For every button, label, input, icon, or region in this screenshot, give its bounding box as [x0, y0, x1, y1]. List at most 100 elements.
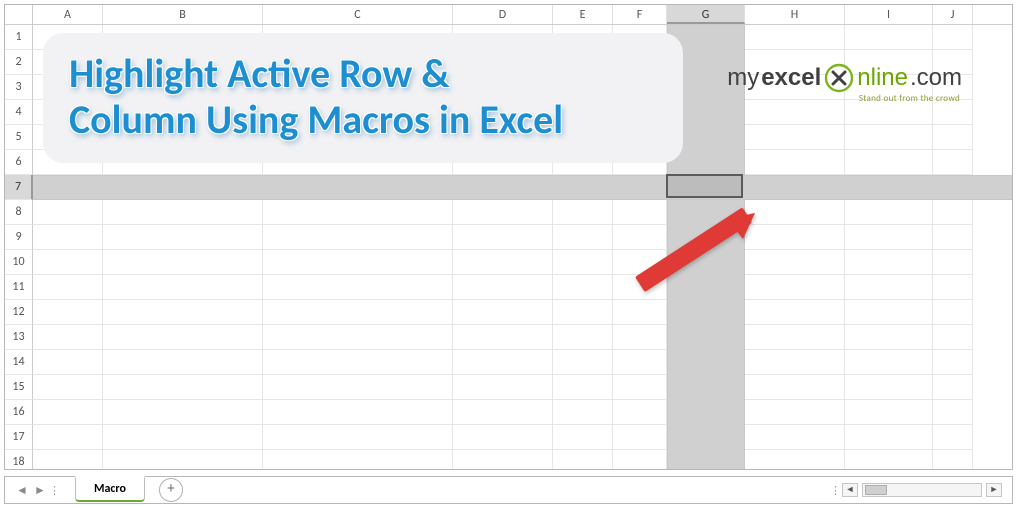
- hscroll-split-handle-icon[interactable]: ⋮: [830, 484, 838, 497]
- cell[interactable]: [453, 275, 553, 300]
- cell[interactable]: [933, 125, 973, 150]
- cell[interactable]: [553, 375, 613, 400]
- row-head-16[interactable]: 16: [5, 400, 33, 425]
- cell[interactable]: [103, 225, 263, 250]
- cell[interactable]: [933, 225, 973, 250]
- cell[interactable]: [263, 375, 453, 400]
- cell[interactable]: [933, 250, 973, 275]
- cell[interactable]: [33, 325, 103, 350]
- cell[interactable]: [933, 275, 973, 300]
- cell[interactable]: [263, 250, 453, 275]
- select-all-corner[interactable]: [5, 5, 33, 24]
- row-head-3[interactable]: 3: [5, 75, 33, 100]
- cell[interactable]: [103, 200, 263, 225]
- cell[interactable]: [33, 225, 103, 250]
- cell[interactable]: [453, 300, 553, 325]
- cell[interactable]: [103, 425, 263, 450]
- cell[interactable]: [845, 400, 933, 425]
- tab-next-button[interactable]: ►: [31, 483, 49, 498]
- col-head-C[interactable]: C: [263, 5, 453, 24]
- cell[interactable]: [263, 425, 453, 450]
- cell[interactable]: [103, 350, 263, 375]
- cell[interactable]: [933, 200, 973, 225]
- cell[interactable]: [933, 375, 973, 400]
- row-head-1[interactable]: 1: [5, 25, 33, 50]
- cell[interactable]: [453, 200, 553, 225]
- cell[interactable]: [745, 125, 845, 150]
- cell[interactable]: [103, 275, 263, 300]
- hscroll-left-button[interactable]: ◄: [842, 483, 858, 497]
- cell[interactable]: [263, 200, 453, 225]
- cell[interactable]: [103, 250, 263, 275]
- cell[interactable]: [453, 375, 553, 400]
- cell[interactable]: [553, 300, 613, 325]
- cell[interactable]: [933, 25, 973, 50]
- row-head-5[interactable]: 5: [5, 125, 33, 150]
- cell[interactable]: [845, 300, 933, 325]
- cell[interactable]: [33, 200, 103, 225]
- cell[interactable]: [33, 450, 103, 469]
- cell[interactable]: [933, 350, 973, 375]
- col-head-F[interactable]: F: [613, 5, 667, 24]
- tab-prev-button[interactable]: ◄: [13, 483, 31, 498]
- cell[interactable]: [745, 425, 845, 450]
- cell[interactable]: [553, 275, 613, 300]
- cell[interactable]: [263, 400, 453, 425]
- col-head-G[interactable]: G: [667, 5, 745, 24]
- row-head-8[interactable]: 8: [5, 200, 33, 225]
- col-head-I[interactable]: I: [845, 5, 933, 24]
- cell[interactable]: [103, 300, 263, 325]
- cell[interactable]: [33, 300, 103, 325]
- cell[interactable]: [33, 400, 103, 425]
- col-head-E[interactable]: E: [553, 5, 613, 24]
- cell[interactable]: [933, 400, 973, 425]
- cell[interactable]: [453, 325, 553, 350]
- row-head-9[interactable]: 9: [5, 225, 33, 250]
- cell[interactable]: [845, 150, 933, 175]
- cell[interactable]: [933, 325, 973, 350]
- cell[interactable]: [453, 450, 553, 469]
- col-head-B[interactable]: B: [103, 5, 263, 24]
- cell[interactable]: [103, 400, 263, 425]
- cell[interactable]: [845, 350, 933, 375]
- cell[interactable]: [33, 275, 103, 300]
- cell[interactable]: [613, 450, 667, 469]
- cell[interactable]: [745, 100, 845, 125]
- cell[interactable]: [933, 300, 973, 325]
- row-head-15[interactable]: 15: [5, 375, 33, 400]
- cell[interactable]: [745, 400, 845, 425]
- cell[interactable]: [453, 400, 553, 425]
- cell[interactable]: [553, 450, 613, 469]
- row-head-14[interactable]: 14: [5, 350, 33, 375]
- cell[interactable]: [103, 375, 263, 400]
- col-head-H[interactable]: H: [745, 5, 845, 24]
- add-sheet-button[interactable]: +: [159, 478, 183, 502]
- cell[interactable]: [745, 325, 845, 350]
- row-head-4[interactable]: 4: [5, 100, 33, 125]
- row-head-10[interactable]: 10: [5, 250, 33, 275]
- hscroll-thumb[interactable]: [865, 485, 887, 495]
- cell[interactable]: [745, 350, 845, 375]
- cell[interactable]: [33, 350, 103, 375]
- row-head-11[interactable]: 11: [5, 275, 33, 300]
- cell[interactable]: [845, 425, 933, 450]
- cell[interactable]: [103, 450, 263, 469]
- row-head-13[interactable]: 13: [5, 325, 33, 350]
- cell[interactable]: [845, 25, 933, 50]
- cell[interactable]: [263, 225, 453, 250]
- cell[interactable]: [845, 200, 933, 225]
- cell[interactable]: [33, 375, 103, 400]
- cell[interactable]: [553, 350, 613, 375]
- cell[interactable]: [453, 225, 553, 250]
- cell[interactable]: [845, 250, 933, 275]
- cell[interactable]: [263, 350, 453, 375]
- cell[interactable]: [263, 450, 453, 469]
- cell[interactable]: [553, 200, 613, 225]
- cell[interactable]: [933, 150, 973, 175]
- cell[interactable]: [263, 325, 453, 350]
- row-head-2[interactable]: 2: [5, 50, 33, 75]
- cell[interactable]: [263, 300, 453, 325]
- cell[interactable]: [103, 325, 263, 350]
- cell[interactable]: [33, 250, 103, 275]
- cell[interactable]: [933, 425, 973, 450]
